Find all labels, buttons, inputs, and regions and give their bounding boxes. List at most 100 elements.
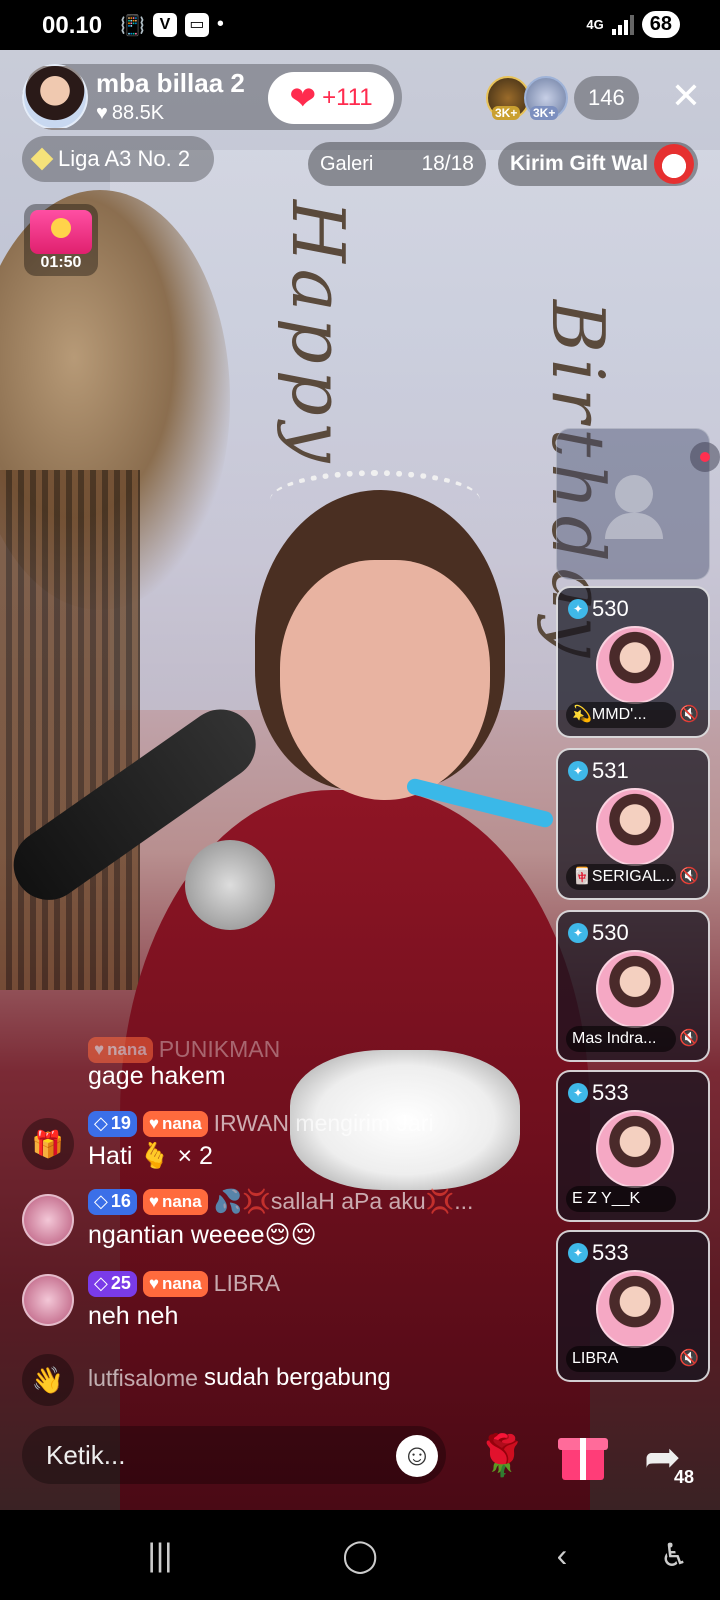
guest-name: Mas Indra... — [566, 1026, 676, 1052]
person-placeholder-body — [605, 513, 663, 539]
league-badge[interactable]: Liga A3 No. 2 — [22, 136, 214, 182]
level-badge: ◇ 25 — [88, 1270, 137, 1297]
guest-slot[interactable]: ✦ 530 💫MMD'... 🔇 — [556, 586, 710, 738]
chat-username: IRWAN mengirim Jari — [213, 1110, 434, 1136]
emoji-icon[interactable]: ☺ — [396, 1435, 438, 1477]
clock: 00.10 — [42, 12, 103, 39]
level-badge: ◇ 19 — [88, 1110, 137, 1137]
gallery-button[interactable]: Galeri 18/18 — [308, 142, 486, 186]
star-icon: ✦ — [568, 599, 588, 619]
record-indicator — [690, 442, 720, 472]
fan-badge: ♥ nana — [88, 1036, 153, 1063]
wallet-icon: ▭ — [184, 13, 209, 37]
treasure-chest-timer[interactable]: 01:50 — [24, 204, 98, 276]
signal-icon — [611, 14, 634, 35]
person-placeholder-icon — [615, 475, 653, 513]
mascot-icon — [654, 144, 694, 184]
host-likes-count: 88.5K — [111, 102, 165, 124]
host-avatar[interactable] — [22, 64, 88, 130]
home-icon[interactable]: ◯ — [330, 1532, 390, 1578]
gift-icon: 🎁 — [22, 1118, 74, 1170]
status-bar: 00.10 📳 V ▭ • 4G 68 — [0, 0, 720, 50]
level-badge: ◇ 16 — [88, 1188, 137, 1215]
fan-badge: ♥ nana — [142, 1270, 208, 1297]
top-viewers[interactable]: 3K+ 3K+ 146 — [486, 76, 639, 120]
like-button-label: +111 — [322, 84, 373, 111]
viewer-avatar[interactable]: 3K+ — [524, 76, 568, 120]
chat-username: PUNIKMAN — [158, 1036, 281, 1062]
chat-username: LIBRA — [213, 1270, 281, 1296]
viewer-badge: 3K+ — [492, 106, 521, 120]
network-type: 4G — [586, 16, 604, 32]
league-label: Liga A3 No. 2 — [58, 146, 191, 171]
guest-name: 💫MMD'... — [566, 702, 676, 728]
user-avatar[interactable] — [22, 1194, 74, 1246]
viewer-count[interactable]: 146 — [574, 76, 639, 120]
chat-text: neh neh — [88, 1302, 179, 1330]
mic-muted-icon: 🔇 — [679, 1030, 699, 1047]
accessibility-icon[interactable]: ♿ — [644, 1532, 704, 1578]
follow-like-button[interactable]: ❤ +111 — [268, 72, 394, 124]
chat-text: Hati 🫰 × 2 — [88, 1142, 213, 1170]
star-icon: ✦ — [568, 923, 588, 943]
send-gift-label: Kirim Gift Wal — [510, 152, 649, 175]
diamond-icon — [30, 147, 54, 171]
heart-icon: ♥ — [96, 102, 108, 124]
share-button[interactable]: ➦ 48 — [636, 1426, 698, 1488]
viewer-badge: 3K+ — [530, 106, 559, 120]
comment-input[interactable]: Ketik... — [22, 1426, 446, 1484]
guest-score: 533 — [592, 1240, 629, 1265]
system-nav-bar: ||| ◯ ‹ ♿ — [0, 1510, 720, 1600]
guest-name: 🀄SERIGAL... — [566, 864, 676, 890]
treasure-chest-icon — [30, 210, 92, 254]
chat-username: 💦💢sallaH aPa aku💢... — [213, 1188, 474, 1214]
guest-slot[interactable]: ✦ 530 Mas Indra... 🔇 — [556, 910, 710, 1062]
user-avatar[interactable] — [22, 1274, 74, 1326]
back-icon[interactable]: ‹ — [532, 1532, 592, 1578]
happy-sign: Happy — [276, 200, 360, 469]
host-name: mba billaa 2 — [96, 68, 245, 98]
notification-icons: 📳 V ▭ • — [120, 13, 224, 38]
empty-guest-slot[interactable] — [556, 428, 710, 580]
guest-slot[interactable]: ✦ 531 🀄SERIGAL... 🔇 — [556, 748, 710, 900]
guest-avatar — [596, 1270, 674, 1348]
tiara — [270, 470, 480, 530]
battery-level: 68 — [641, 11, 680, 38]
share-count: 48 — [673, 1467, 694, 1487]
person-face — [280, 560, 490, 800]
guest-score: 530 — [592, 596, 629, 621]
guest-avatar — [596, 626, 674, 704]
guest-slot[interactable]: ✦ 533 LIBRA 🔇 — [556, 1230, 710, 1382]
rattan-shelf — [0, 470, 140, 990]
star-icon: ✦ — [568, 1243, 588, 1263]
guest-name: E Z Y__K — [566, 1186, 676, 1212]
guest-score: 530 — [592, 920, 629, 945]
guest-avatar — [596, 788, 674, 866]
chat-text: sudah bergabung — [203, 1364, 391, 1391]
vibrate-icon: 📳 — [120, 15, 145, 37]
microphone-head — [185, 840, 275, 930]
recent-apps-icon[interactable]: ||| — [130, 1532, 190, 1578]
timer-label: 01:50 — [40, 254, 82, 271]
mic-muted-icon: 🔇 — [679, 706, 699, 723]
star-icon: ✦ — [568, 1083, 588, 1103]
chat-text: ngantian weeee😌😌 — [88, 1221, 317, 1249]
gift-icon[interactable] — [552, 1426, 614, 1486]
guest-score: 533 — [592, 1080, 629, 1105]
guest-slot[interactable]: ✦ 533 E Z Y__K — [556, 1070, 710, 1222]
host-likes: ♥ 88.5K — [96, 102, 164, 125]
v-app-icon: V — [152, 13, 177, 37]
fan-badge: ♥ nana — [142, 1110, 208, 1137]
guest-avatar — [596, 950, 674, 1028]
close-icon[interactable]: ✕ — [664, 74, 708, 118]
chat-username: lutfisalome — [88, 1364, 198, 1391]
heart-icon: ❤ — [289, 80, 317, 116]
fan-badge: ♥ nana — [142, 1188, 208, 1215]
wave-icon: 👋 — [22, 1354, 74, 1406]
guest-avatar — [596, 1110, 674, 1188]
rose-icon[interactable]: 🌹 — [472, 1426, 532, 1486]
mic-muted-icon: 🔇 — [679, 868, 699, 885]
send-gift-banner[interactable]: Kirim Gift Wal — [498, 142, 698, 186]
chat-text: gage hakem — [88, 1062, 226, 1090]
guest-score: 531 — [592, 758, 629, 783]
